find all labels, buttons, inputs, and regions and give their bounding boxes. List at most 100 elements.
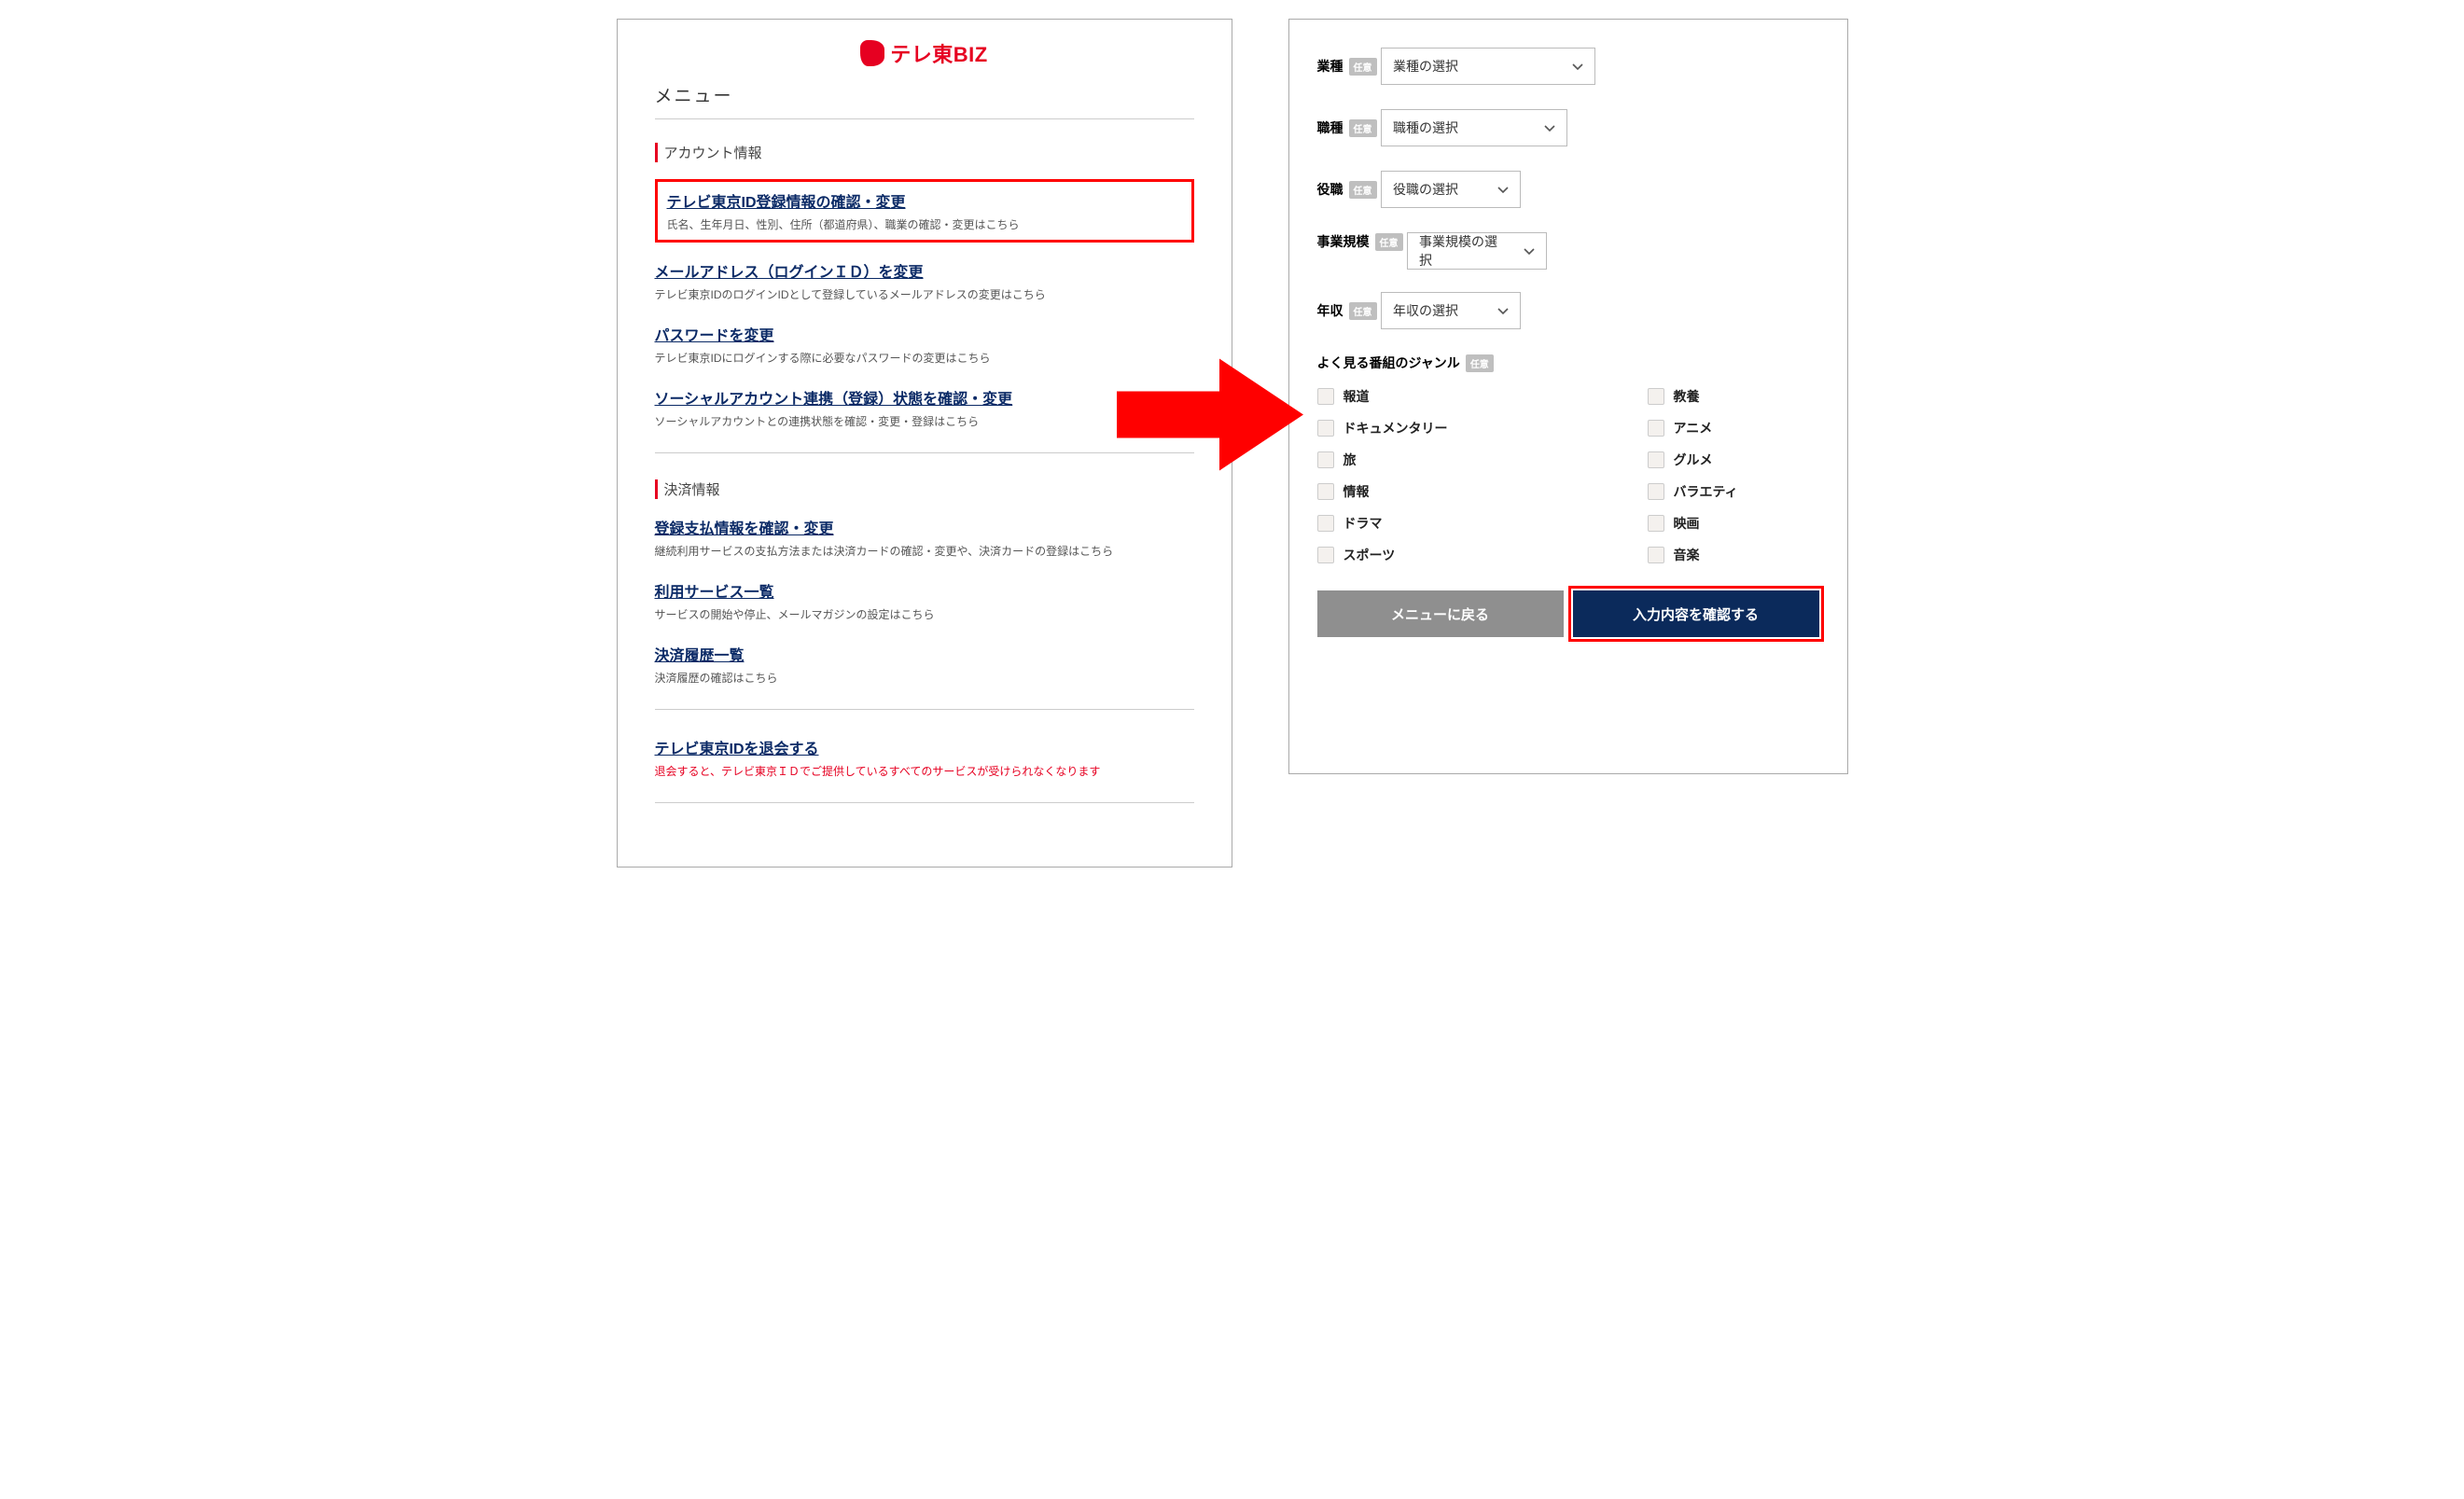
select-size-value: 事業規模の選択 — [1419, 232, 1505, 270]
optional-tag: 任意 — [1349, 302, 1377, 320]
select-size[interactable]: 事業規模の選択 — [1407, 232, 1547, 270]
select-occupation-value: 職種の選択 — [1393, 118, 1458, 137]
arrow-icon — [1117, 354, 1303, 479]
link-social[interactable]: ソーシャルアカウント連携（登録）状態を確認・変更 — [655, 392, 1013, 408]
optional-tag: 任意 — [1375, 233, 1403, 251]
genre-label: ドラマ — [1343, 514, 1383, 533]
select-occupation[interactable]: 職種の選択 — [1381, 109, 1567, 146]
button-row: メニューに戻る 入力内容を確認する — [1317, 590, 1819, 637]
label-income: 年収 — [1317, 301, 1343, 320]
genre-checkbox[interactable]: 教養 — [1648, 387, 1819, 406]
genre-checkbox[interactable]: 映画 — [1648, 514, 1819, 533]
checkbox-box — [1648, 451, 1664, 468]
genre-checkbox[interactable]: 情報 — [1317, 482, 1489, 501]
genre-label: スポーツ — [1343, 546, 1396, 564]
genre-label: 教養 — [1674, 387, 1700, 406]
desc-mail: テレビ東京IDのログインIDとして登録しているメールアドレスの変更はこちら — [655, 286, 1194, 302]
select-income[interactable]: 年収の選択 — [1381, 292, 1521, 329]
list-item: 登録支払情報を確認・変更 継続利用サービスの支払方法または決済カードの確認・変更… — [655, 516, 1194, 559]
label-position: 役職 — [1317, 180, 1343, 199]
desc-payinfo: 継続利用サービスの支払方法または決済カードの確認・変更や、決済カードの登録はこち… — [655, 543, 1194, 559]
chevron-down-icon — [1544, 120, 1555, 135]
checkbox-box — [1317, 547, 1334, 563]
field-occupation: 職種 任意 職種の選択 — [1317, 109, 1819, 148]
genre-label: 音楽 — [1674, 546, 1700, 564]
desc-social: ソーシャルアカウントとの連携状態を確認・変更・登録はこちら — [655, 413, 1194, 429]
genre-checkbox[interactable]: 旅 — [1317, 451, 1489, 469]
link-services[interactable]: 利用サービス一覧 — [655, 585, 774, 601]
genre-checkbox[interactable]: ドラマ — [1317, 514, 1489, 533]
link-password[interactable]: パスワードを変更 — [655, 328, 774, 344]
genre-label: 報道 — [1343, 387, 1370, 406]
genre-label: 情報 — [1343, 482, 1370, 501]
divider — [655, 118, 1194, 119]
label-genre: よく見る番組のジャンル — [1317, 354, 1460, 372]
genre-label: アニメ — [1674, 419, 1713, 437]
field-position: 役職 任意 役職の選択 — [1317, 171, 1819, 210]
checkbox-box — [1317, 451, 1334, 468]
confirm-button-label: 入力内容を確認する — [1633, 604, 1759, 624]
label-size: 事業規模 — [1317, 232, 1370, 251]
genre-label: バラエティ — [1674, 482, 1738, 501]
genre-checkbox[interactable]: 報道 — [1317, 387, 1489, 406]
form-panel: 業種 任意 業種の選択 職種 任意 職種の選択 役職 任意 役職の選択 — [1288, 19, 1848, 774]
genre-label: 旅 — [1343, 451, 1357, 469]
select-industry-value: 業種の選択 — [1393, 57, 1458, 76]
checkbox-box — [1317, 388, 1334, 405]
genre-checkbox[interactable]: 音楽 — [1648, 546, 1819, 564]
optional-tag: 任意 — [1349, 58, 1377, 76]
back-button[interactable]: メニューに戻る — [1317, 590, 1564, 637]
genre-checkbox[interactable]: バラエティ — [1648, 482, 1819, 501]
desc-withdraw: 退会すると、テレビ東京ＩＤでご提供しているすべてのサービスが受けられなくなります — [655, 763, 1194, 779]
link-id-info[interactable]: テレビ東京ID登録情報の確認・変更 — [667, 195, 906, 211]
chevron-down-icon — [1524, 243, 1535, 258]
select-industry[interactable]: 業種の選択 — [1381, 48, 1595, 85]
section-payment-info: 決済情報 — [655, 479, 1194, 499]
confirm-button[interactable]: 入力内容を確認する — [1573, 590, 1819, 637]
divider — [655, 709, 1194, 710]
link-mail[interactable]: メールアドレス（ログインＩＤ）を変更 — [655, 265, 924, 281]
select-income-value: 年収の選択 — [1393, 301, 1458, 320]
genre-label: ドキュメンタリー — [1343, 419, 1448, 437]
field-income: 年収 任意 年収の選択 — [1317, 292, 1819, 331]
checkbox-box — [1648, 547, 1664, 563]
field-size: 事業規模 任意 事業規模の選択 — [1317, 232, 1819, 270]
genre-checkbox[interactable]: アニメ — [1648, 419, 1819, 437]
list-item: 決済履歴一覧 決済履歴の確認はこちら — [655, 643, 1194, 686]
chevron-down-icon — [1497, 303, 1509, 318]
chevron-down-icon — [1572, 59, 1583, 74]
desc-history: 決済履歴の確認はこちら — [655, 670, 1194, 686]
optional-tag: 任意 — [1466, 354, 1494, 372]
optional-tag: 任意 — [1349, 181, 1377, 199]
back-button-label: メニューに戻る — [1391, 604, 1489, 624]
optional-tag: 任意 — [1349, 119, 1377, 137]
divider — [655, 802, 1194, 803]
logo-row: テレ東BIZ — [655, 38, 1194, 68]
list-item: 利用サービス一覧 サービスの開始や停止、メールマガジンの設定はこちら — [655, 579, 1194, 622]
genre-checkbox[interactable]: ドキュメンタリー — [1317, 419, 1489, 437]
link-withdraw[interactable]: テレビ東京IDを退会する — [655, 742, 819, 757]
desc-services: サービスの開始や停止、メールマガジンの設定はこちら — [655, 606, 1194, 622]
menu-title: メニュー — [655, 82, 1194, 107]
highlighted-item: テレビ東京ID登録情報の確認・変更 氏名、生年月日、性別、住所（都道府県）、職業… — [655, 179, 1194, 243]
select-position[interactable]: 役職の選択 — [1381, 171, 1521, 208]
list-item: ソーシャルアカウント連携（登録）状態を確認・変更 ソーシャルアカウントとの連携状… — [655, 386, 1194, 429]
list-item: パスワードを変更 テレビ東京IDにログインする際に必要なパスワードの変更はこちら — [655, 323, 1194, 366]
link-history[interactable]: 決済履歴一覧 — [655, 648, 745, 664]
section-account-info: アカウント情報 — [655, 143, 1194, 162]
divider — [655, 452, 1194, 453]
genre-checkbox[interactable]: グルメ — [1648, 451, 1819, 469]
checkbox-box — [1648, 483, 1664, 500]
checkbox-box — [1648, 388, 1664, 405]
link-payinfo[interactable]: 登録支払情報を確認・変更 — [655, 521, 834, 537]
checkbox-box — [1317, 420, 1334, 437]
logo-text: テレ東BIZ — [890, 38, 987, 68]
list-item: テレビ東京IDを退会する 退会すると、テレビ東京ＩＤでご提供しているすべてのサー… — [655, 736, 1194, 779]
checkbox-box — [1317, 515, 1334, 532]
genre-grid: 報道 教養ドキュメンタリー アニメ旅 グルメ情報 バラエティドラマ 映画スポーツ 音楽 — [1317, 387, 1819, 564]
genre-checkbox[interactable]: スポーツ — [1317, 546, 1489, 564]
field-industry: 業種 任意 業種の選択 — [1317, 48, 1819, 87]
genre-label: グルメ — [1674, 451, 1713, 469]
checkbox-box — [1317, 483, 1334, 500]
logo-icon — [860, 40, 884, 66]
